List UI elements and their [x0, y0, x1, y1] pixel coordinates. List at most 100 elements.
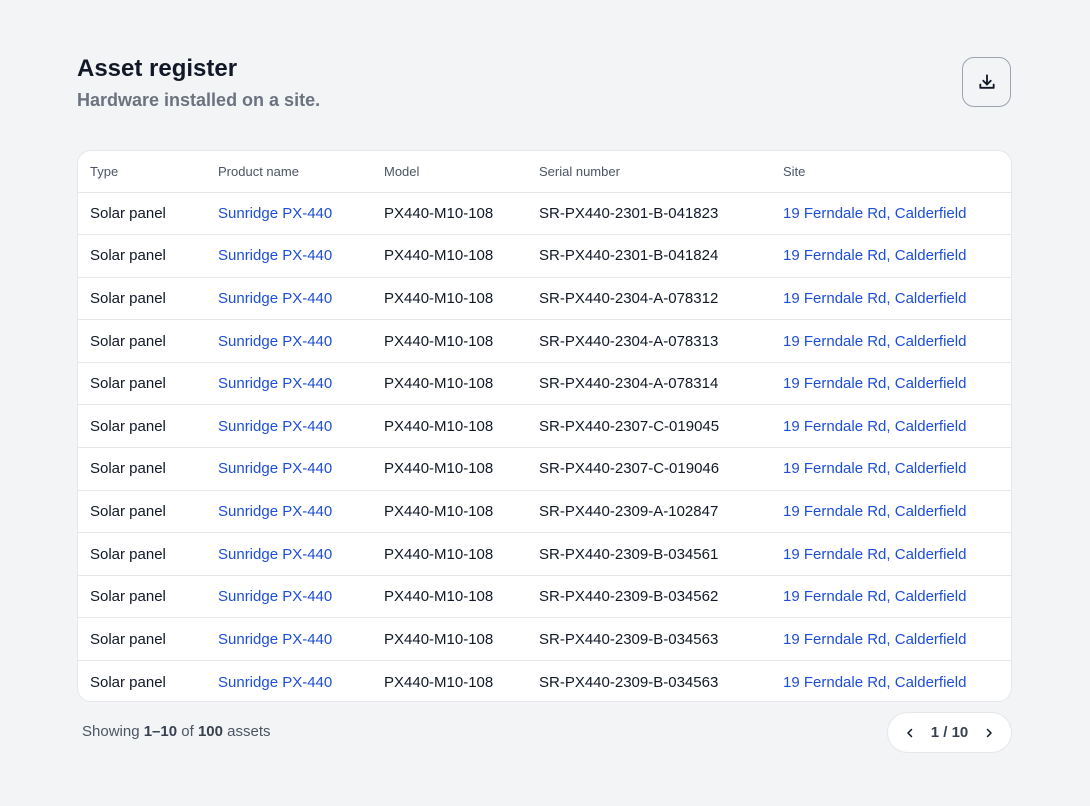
- chevron-right-icon: [986, 728, 992, 737]
- page-indicator: 1 / 10: [930, 724, 969, 741]
- cell-type-text: Solar panel: [90, 545, 166, 563]
- cell-model: PX440-M10-108: [372, 490, 527, 534]
- cell-product-name-link[interactable]: Sunridge PX-440: [218, 631, 332, 648]
- cell-site-link[interactable]: 19 Ferndale Rd, Calderfield: [783, 503, 966, 520]
- cell-serial-number: SR-PX440-2301-B-041824: [527, 234, 771, 278]
- cell-product-name-link[interactable]: Sunridge PX-440: [218, 418, 332, 435]
- cell-model-text: PX440-M10-108: [384, 460, 494, 478]
- table-row[interactable]: Solar panel Sunridge PX-440 PX440-M10-108 S…: [78, 532, 1011, 576]
- cell-site-link[interactable]: 19 Ferndale Rd, Calderfield: [783, 418, 966, 435]
- cell-model: PX440-M10-108: [372, 575, 527, 619]
- cell-site-link[interactable]: 19 Ferndale Rd, Calderfield: [783, 290, 966, 307]
- cell-model-text: PX440-M10-108: [384, 417, 494, 435]
- table-row[interactable]: Solar panel Sunridge PX-440 PX440-M10-108 S…: [78, 404, 1011, 449]
- cell-site: 19 Ferndale Rd, Calderfield: [771, 490, 1011, 534]
- cell-site-link[interactable]: 19 Ferndale Rd, Calderfield: [783, 205, 966, 222]
- cell-product-name: Sunridge PX-440: [206, 319, 372, 363]
- cell-model: PX440-M10-108: [372, 447, 527, 491]
- cell-product-name-link[interactable]: Sunridge PX-440: [218, 503, 332, 520]
- cell-site-link[interactable]: 19 Ferndale Rd, Calderfield: [783, 588, 966, 605]
- cell-type: Solar panel: [78, 192, 206, 236]
- cell-model: PX440-M10-108: [372, 617, 527, 662]
- cell-product-name-link[interactable]: Sunridge PX-440: [218, 375, 332, 392]
- table-row[interactable]: Solar panel Sunridge PX-440 PX440-M10-108 S…: [78, 234, 1011, 278]
- cell-site: 19 Ferndale Rd, Calderfield: [771, 404, 1011, 449]
- cell-site: 19 Ferndale Rd, Calderfield: [771, 447, 1011, 491]
- cell-product-name-link[interactable]: Sunridge PX-440: [218, 333, 332, 350]
- cell-serial-number: SR-PX440-2307-C-019045: [527, 404, 771, 449]
- cell-type: Solar panel: [78, 319, 206, 363]
- results-prefix: Showing: [82, 723, 140, 740]
- cell-type: Solar panel: [78, 617, 206, 662]
- table-row[interactable]: Solar panel Sunridge PX-440 PX440-M10-108 S…: [78, 319, 1011, 363]
- cell-site-link[interactable]: 19 Ferndale Rd, Calderfield: [783, 375, 966, 392]
- cell-model-text: PX440-M10-108: [384, 545, 494, 563]
- table-row[interactable]: Solar panel Sunridge PX-440 PX440-M10-108 S…: [78, 661, 1011, 701]
- cell-model-text: PX440-M10-108: [384, 588, 494, 606]
- results-of: of: [181, 723, 194, 740]
- cell-product-name-link[interactable]: Sunridge PX-440: [218, 290, 332, 307]
- column-header-serial-number[interactable]: Serial number: [527, 151, 771, 193]
- results-summary: Showing 1–10 of 100 assets: [82, 723, 271, 740]
- cell-model: PX440-M10-108: [372, 319, 527, 363]
- cell-serial-number-text: SR-PX440-2309-B-034562: [539, 588, 719, 606]
- cell-serial-number-text: SR-PX440-2309-B-034561: [539, 545, 719, 563]
- cell-product-name-link[interactable]: Sunridge PX-440: [218, 674, 332, 691]
- cell-product-name: Sunridge PX-440: [206, 490, 372, 534]
- cell-serial-number: SR-PX440-2307-C-019046: [527, 447, 771, 491]
- next-page-button[interactable]: [981, 725, 997, 741]
- cell-serial-number: SR-PX440-2304-A-078312: [527, 277, 771, 321]
- previous-page-button[interactable]: [902, 725, 918, 741]
- table-row[interactable]: Solar panel Sunridge PX-440 PX440-M10-108 S…: [78, 617, 1011, 662]
- cell-serial-number-text: SR-PX440-2301-B-041823: [539, 204, 719, 222]
- results-total: 100: [197, 723, 223, 740]
- cell-type: Solar panel: [78, 404, 206, 449]
- cell-site: 19 Ferndale Rd, Calderfield: [771, 532, 1011, 576]
- cell-type-text: Solar panel: [90, 673, 166, 691]
- table-row[interactable]: Solar panel Sunridge PX-440 PX440-M10-108 S…: [78, 192, 1011, 236]
- cell-type: Solar panel: [78, 661, 206, 701]
- column-header-model[interactable]: Model: [372, 151, 527, 193]
- cell-serial-number: SR-PX440-2309-A-102847: [527, 490, 771, 534]
- column-header-site[interactable]: Site: [771, 151, 1011, 193]
- cell-product-name-link[interactable]: Sunridge PX-440: [218, 247, 332, 264]
- cell-site-link[interactable]: 19 Ferndale Rd, Calderfield: [783, 674, 966, 691]
- table-row[interactable]: Solar panel Sunridge PX-440 PX440-M10-108 S…: [78, 277, 1011, 321]
- table-row[interactable]: Solar panel Sunridge PX-440 PX440-M10-108 S…: [78, 362, 1011, 406]
- table-row[interactable]: Solar panel Sunridge PX-440 PX440-M10-108 S…: [78, 490, 1011, 534]
- cell-type: Solar panel: [78, 532, 206, 576]
- cell-site-link[interactable]: 19 Ferndale Rd, Calderfield: [783, 247, 966, 264]
- cell-site-link[interactable]: 19 Ferndale Rd, Calderfield: [783, 546, 966, 563]
- column-header-type[interactable]: Type: [78, 151, 206, 193]
- pagination-control: 1 / 10: [887, 712, 1012, 753]
- cell-product-name: Sunridge PX-440: [206, 362, 372, 406]
- cell-site: 19 Ferndale Rd, Calderfield: [771, 617, 1011, 662]
- column-header-product-name[interactable]: Product name: [206, 151, 372, 193]
- table-row[interactable]: Solar panel Sunridge PX-440 PX440-M10-108 S…: [78, 575, 1011, 619]
- cell-site-link[interactable]: 19 Ferndale Rd, Calderfield: [783, 333, 966, 350]
- cell-site: 19 Ferndale Rd, Calderfield: [771, 234, 1011, 278]
- table-row[interactable]: Solar panel Sunridge PX-440 PX440-M10-108 S…: [78, 447, 1011, 491]
- cell-model-text: PX440-M10-108: [384, 332, 494, 350]
- cell-site: 19 Ferndale Rd, Calderfield: [771, 277, 1011, 321]
- cell-serial-number-text: SR-PX440-2309-A-102847: [539, 502, 719, 520]
- cell-serial-number-text: SR-PX440-2304-A-078314: [539, 375, 719, 393]
- download-button[interactable]: [962, 57, 1011, 107]
- cell-type: Solar panel: [78, 234, 206, 278]
- cell-product-name-link[interactable]: Sunridge PX-440: [218, 588, 332, 605]
- cell-serial-number-text: SR-PX440-2307-C-019045: [539, 417, 720, 435]
- cell-model-text: PX440-M10-108: [384, 247, 494, 265]
- cell-product-name-link[interactable]: Sunridge PX-440: [218, 460, 332, 477]
- cell-site-link[interactable]: 19 Ferndale Rd, Calderfield: [783, 460, 966, 477]
- page-header: Asset register Hardware installed on a s…: [77, 55, 320, 111]
- cell-site-link[interactable]: 19 Ferndale Rd, Calderfield: [783, 631, 966, 648]
- cell-product-name: Sunridge PX-440: [206, 192, 372, 236]
- cell-type-text: Solar panel: [90, 417, 166, 435]
- cell-type-text: Solar panel: [90, 630, 166, 648]
- cell-product-name-link[interactable]: Sunridge PX-440: [218, 205, 332, 222]
- cell-product-name-link[interactable]: Sunridge PX-440: [218, 546, 332, 563]
- cell-type-text: Solar panel: [90, 588, 166, 606]
- download-icon: [978, 74, 995, 89]
- cell-type-text: Solar panel: [90, 204, 166, 222]
- cell-type-text: Solar panel: [90, 289, 166, 307]
